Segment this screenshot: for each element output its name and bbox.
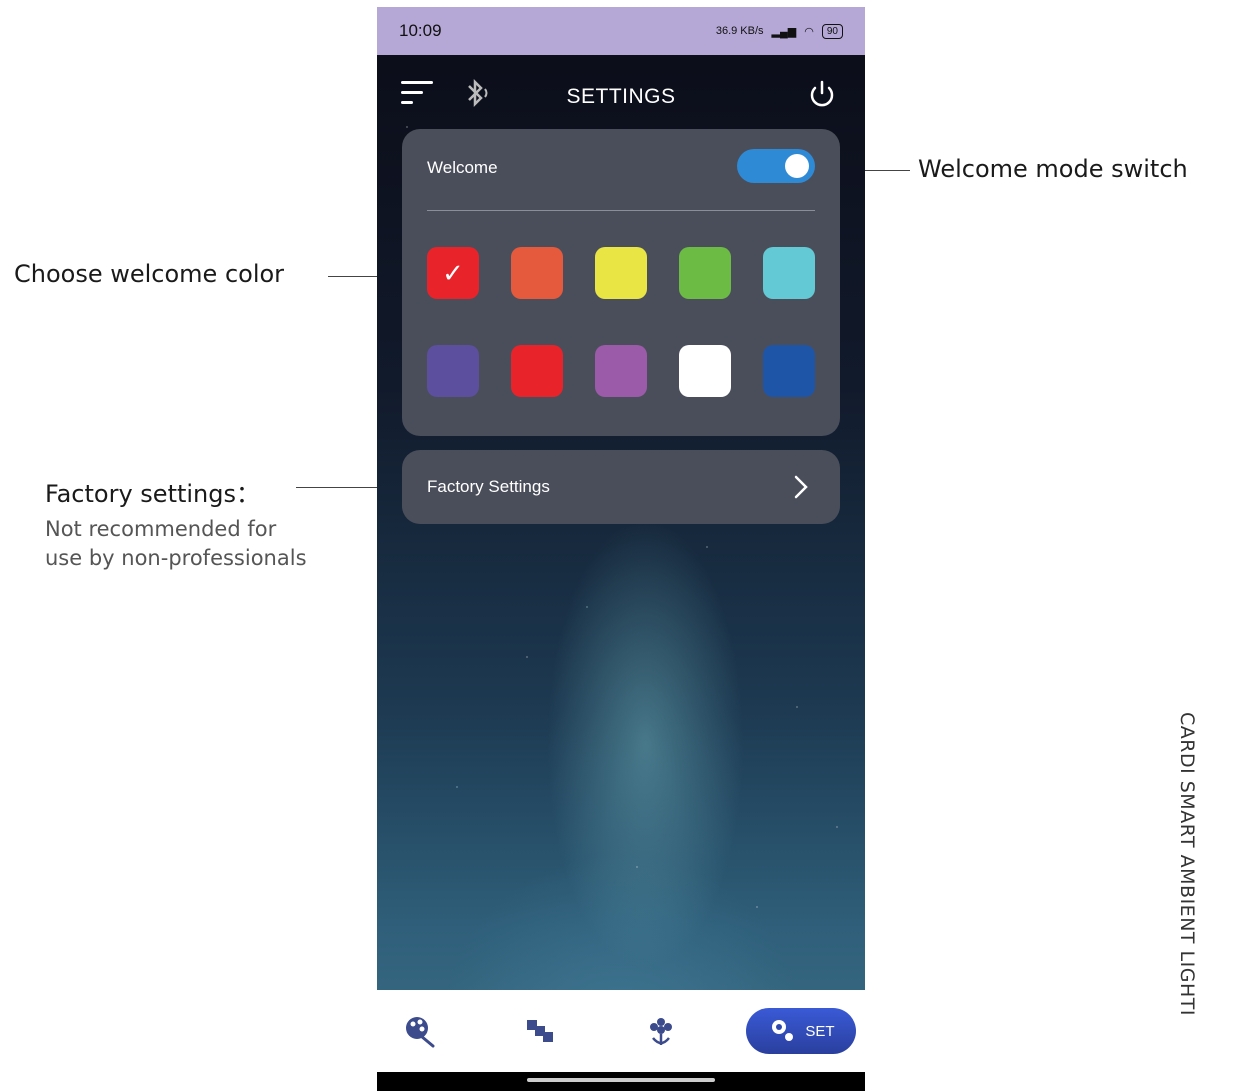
- annotation-choose-color: Choose welcome color: [14, 260, 285, 288]
- battery-icon: 90: [821, 23, 843, 39]
- wifi-icon: ◠: [804, 25, 814, 38]
- toggle-knob: [785, 154, 809, 178]
- status-icons: 36.9 KB/s ▂▄▆ ◠ 90: [715, 23, 843, 39]
- brand-vertical-text: CARDI SMART AMBIENT LIGHTI: [1176, 712, 1198, 1016]
- color-swatch[interactable]: ✓: [427, 247, 479, 299]
- factory-settings-row[interactable]: Factory Settings: [402, 450, 840, 524]
- factory-settings-label: Factory Settings: [427, 477, 550, 496]
- set-tab-label: SET: [805, 1022, 835, 1040]
- flower-icon[interactable]: [641, 1012, 681, 1052]
- power-icon[interactable]: [805, 77, 839, 111]
- welcome-panel: Welcome ✓: [402, 129, 840, 436]
- divider: [427, 210, 815, 211]
- color-swatch[interactable]: [763, 345, 815, 397]
- set-tab-button[interactable]: SET: [746, 1008, 856, 1054]
- gesture-bar: [377, 1072, 865, 1091]
- page-title: SETTINGS: [566, 85, 676, 108]
- color-swatch[interactable]: [511, 247, 563, 299]
- color-swatch[interactable]: [763, 247, 815, 299]
- phone-screen: 10:09 36.9 KB/s ▂▄▆ ◠ 90 SETTINGS Welcom…: [377, 7, 865, 1091]
- color-swatch[interactable]: [595, 247, 647, 299]
- color-swatch[interactable]: [679, 247, 731, 299]
- annotation-factory-note-1: Not recommended for: [45, 517, 277, 541]
- color-swatch[interactable]: [427, 345, 479, 397]
- color-swatch[interactable]: [595, 345, 647, 397]
- gear-icon: [767, 1015, 795, 1047]
- net-speed: 36.9 KB/s: [715, 25, 764, 37]
- check-icon: ✓: [442, 258, 464, 288]
- annotation-factory-title: Factory settings：: [45, 480, 261, 508]
- home-indicator[interactable]: [527, 1078, 715, 1082]
- bottom-nav: SET: [377, 990, 865, 1072]
- color-swatch[interactable]: [511, 345, 563, 397]
- annotation-welcome-switch: Welcome mode switch: [918, 155, 1188, 183]
- top-bar: SETTINGS: [377, 55, 865, 125]
- chevron-right-icon: [793, 474, 809, 500]
- status-time: 10:09: [399, 21, 442, 40]
- annotation-factory-note-2: use by non-professionals: [45, 546, 307, 570]
- blocks-icon[interactable]: [523, 1012, 563, 1052]
- signal-icon: ▂▄▆: [771, 25, 797, 38]
- status-bar: 10:09 36.9 KB/s ▂▄▆ ◠ 90: [377, 7, 865, 55]
- palette-icon[interactable]: [401, 1012, 441, 1052]
- welcome-toggle[interactable]: [737, 149, 815, 183]
- color-swatch[interactable]: [679, 345, 731, 397]
- welcome-label: Welcome: [427, 158, 498, 177]
